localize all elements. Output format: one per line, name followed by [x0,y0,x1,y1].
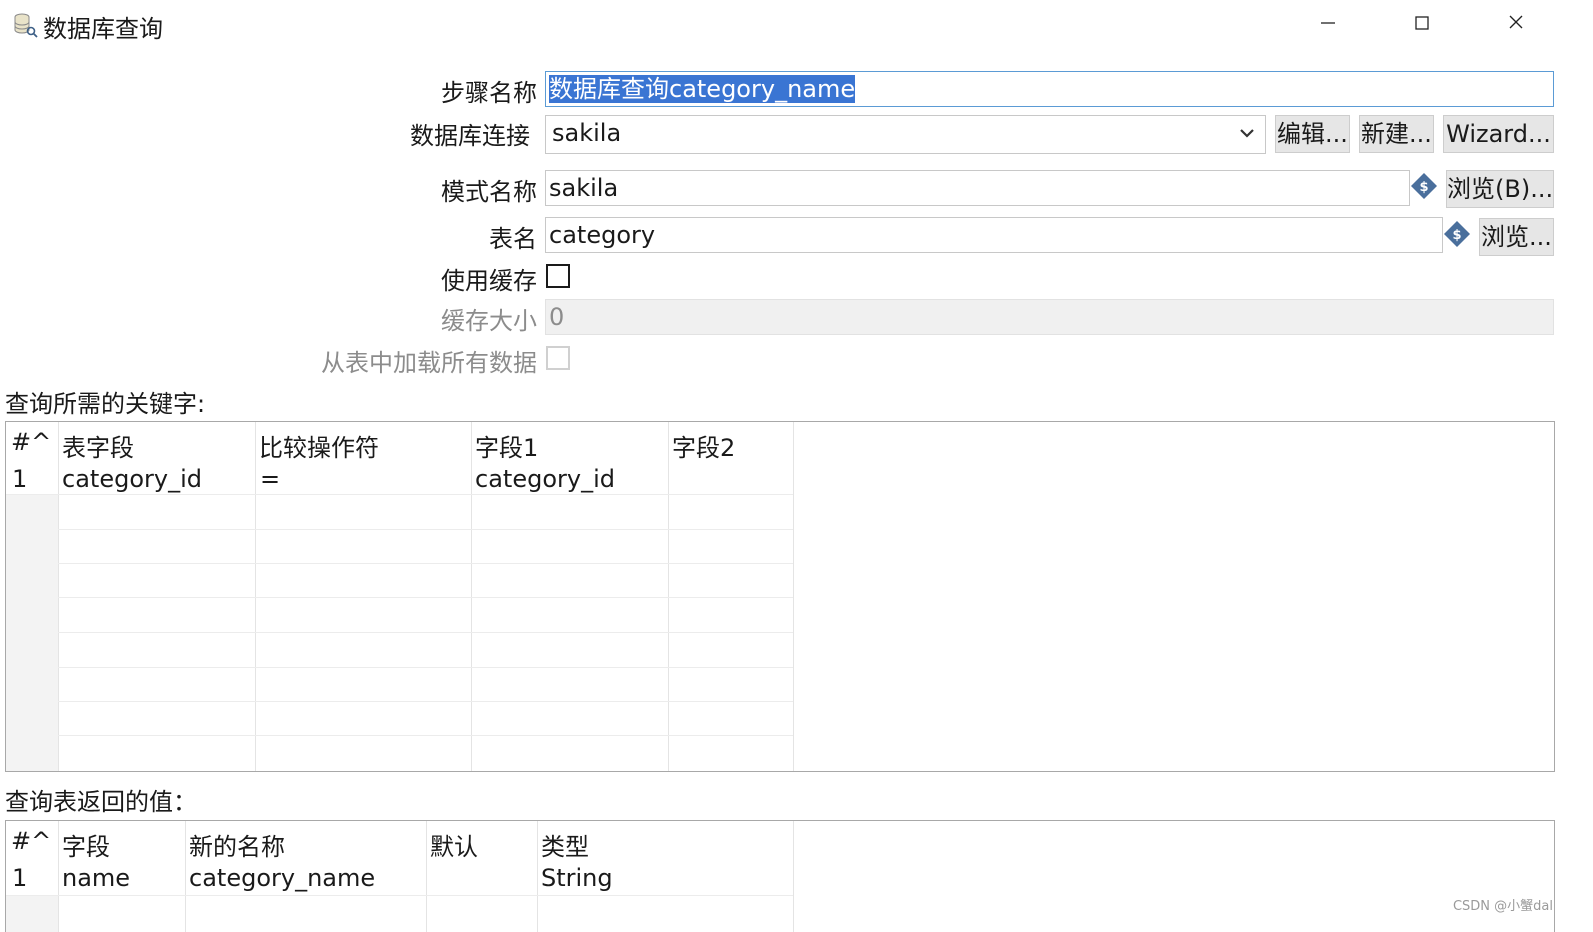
step-name-value: 数据库查询category_name [549,75,856,103]
minimize-button[interactable] [1308,8,1348,38]
new-name-cell[interactable]: category_name [189,864,375,892]
edit-connection-button[interactable]: 编辑... [1275,115,1350,153]
chevron-down-icon [1240,129,1254,138]
minimize-icon [1321,22,1335,24]
row-number: 1 [12,864,28,892]
close-button[interactable] [1496,8,1536,38]
wizard-button[interactable]: Wizard... [1443,115,1554,153]
keys-section-label: 查询所需的关键字: [5,390,206,418]
schema-name-value: sakila [549,174,619,202]
svg-text:$: $ [1419,180,1428,195]
table-name-label: 表名 [489,225,537,253]
window-title: 数据库查询 [43,15,163,43]
close-icon [1509,15,1523,29]
column-header-table-field[interactable]: 表字段 [62,428,134,463]
step-name-label: 步骤名称 [441,79,537,107]
schema-name-input[interactable]: sakila [545,170,1410,206]
column-header-field1[interactable]: 字段1 [475,428,538,463]
title-bar: 数据库查询 [0,0,1593,50]
browse-schema-button[interactable]: 浏览(B)... [1446,170,1554,208]
column-header-new-name[interactable]: 新的名称 [189,827,285,862]
column-header-comparator[interactable]: 比较操作符 [259,428,379,463]
svg-text:$: $ [1452,228,1461,243]
returns-table[interactable]: #^ 字段 新的名称 默认 类型 1 name category_name St… [5,820,1555,932]
row-number-column [6,494,58,771]
row-number: 1 [12,465,28,493]
table-name-input[interactable]: category [545,217,1443,253]
column-header-field2[interactable]: 字段2 [672,428,735,463]
db-connection-value: sakila [552,119,622,147]
cache-size-label: 缓存大小 [441,307,537,335]
maximize-icon [1415,16,1429,30]
type-cell[interactable]: String [541,864,613,892]
column-header-field[interactable]: 字段 [62,827,110,862]
use-cache-checkbox[interactable] [546,264,570,288]
variable-icon: $ [1411,173,1437,199]
step-name-input[interactable]: 数据库查询category_name [545,71,1554,107]
use-cache-label: 使用缓存 [441,267,537,295]
cache-size-value: 0 [549,303,565,331]
cache-size-input[interactable]: 0 [545,299,1554,335]
watermark: CSDN @小蟹dal [1452,899,1553,914]
keys-table[interactable]: #^ 表字段 比较操作符 字段1 字段2 1 category_id = cat… [5,421,1555,772]
comparator-cell[interactable]: = [260,465,280,493]
column-header-number[interactable]: #^ [11,428,51,456]
schema-name-label: 模式名称 [441,178,537,206]
variable-icon: $ [1444,221,1470,247]
db-connection-select[interactable]: sakila [545,115,1266,154]
field1-cell[interactable]: category_id [475,465,615,493]
returns-section-label: 查询表返回的值： [5,788,197,816]
maximize-button[interactable] [1402,8,1442,38]
column-header-type[interactable]: 类型 [541,827,589,862]
column-header-default[interactable]: 默认 [430,827,478,862]
field-cell[interactable]: name [62,864,130,892]
new-connection-button[interactable]: 新建... [1359,115,1434,153]
load-all-label: 从表中加载所有数据 [321,349,537,377]
table-field-cell[interactable]: category_id [62,465,202,493]
row-number-column [6,895,58,932]
table-name-value: category [549,221,656,249]
browse-table-button[interactable]: 浏览... [1479,218,1554,256]
db-connection-label: 数据库连接 [410,122,530,150]
load-all-checkbox[interactable] [546,346,570,370]
column-header-number[interactable]: #^ [11,827,51,855]
database-search-icon [14,13,38,38]
